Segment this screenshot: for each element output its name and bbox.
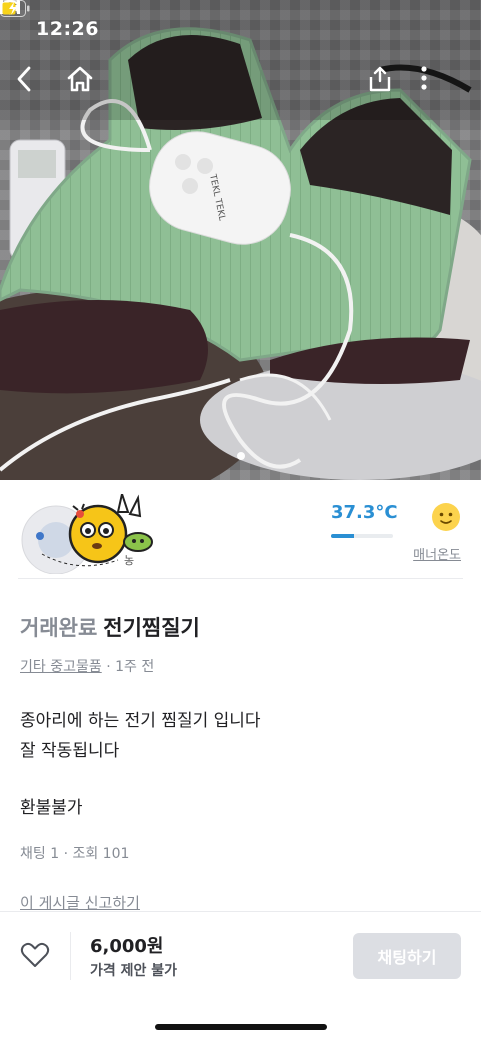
share-icon <box>369 66 391 92</box>
more-vertical-icon <box>421 66 427 90</box>
seller-avatar[interactable]: 농 <box>18 494 158 574</box>
product-photo[interactable]: TEKL TEKL 12:26 <box>0 0 481 480</box>
manner-temperature-bar-fill <box>331 534 355 538</box>
heart-icon <box>20 942 50 967</box>
home-button[interactable] <box>66 66 106 106</box>
photo-page-indicator <box>0 452 481 460</box>
manner-temperature-bar <box>331 534 393 538</box>
chat-button[interactable]: 채팅하기 <box>353 933 461 979</box>
post-meta: 기타 중고물품 · 1주 전 <box>20 656 154 676</box>
home-indicator[interactable] <box>155 1024 327 1030</box>
trade-state-label: 거래완료 <box>20 616 98 640</box>
manner-temperature-label[interactable]: 매너온도 <box>413 544 461 563</box>
post-stats: 채팅 1 · 조회 101 <box>20 846 130 862</box>
price-offer-status: 가격 제안 불가 <box>90 963 178 979</box>
post-title: 거래완료 전기찜질기 <box>20 612 200 642</box>
share-button[interactable] <box>368 66 408 106</box>
report-post-link[interactable]: 이 게시글 신고하기 <box>20 892 140 913</box>
category-link[interactable]: 기타 중고물품 <box>20 659 102 675</box>
manner-temperature[interactable]: 37.3°C 매너온도 <box>331 498 461 568</box>
like-button[interactable] <box>20 940 50 970</box>
price: 6,000원 <box>90 936 164 957</box>
manner-temperature-value: 37.3°C <box>331 502 398 523</box>
home-icon <box>67 66 93 92</box>
bottom-bar-divider <box>70 932 71 980</box>
post-time: · 1주 전 <box>106 659 155 675</box>
more-options-button[interactable] <box>421 66 461 106</box>
description-line: 종아리에 하는 전기 찜질기 입니다 <box>20 711 261 731</box>
smile-face-icon <box>432 503 460 531</box>
back-button[interactable] <box>16 66 56 106</box>
clock: 12:26 <box>36 18 99 40</box>
divider <box>18 578 463 579</box>
avatar-badge-text: 농 <box>124 554 134 567</box>
refund-policy: 환불불가 <box>20 798 83 818</box>
bottom-action-bar: 6,000원 가격 제안 불가 채팅하기 <box>0 911 481 1040</box>
back-chevron-icon <box>17 66 31 92</box>
seller-profile[interactable]: 농 37.3°C 매너온도 <box>0 480 481 578</box>
post-description: 종아리에 하는 전기 찜질기 입니다 잘 작동됩니다 <box>20 706 261 766</box>
description-line: 잘 작동됩니다 <box>20 741 120 761</box>
battery-charging-icon <box>0 0 30 17</box>
post-title-text: 전기찜질기 <box>103 616 200 640</box>
status-bar: 12:26 <box>0 0 481 60</box>
page-dot-active <box>236 452 245 460</box>
